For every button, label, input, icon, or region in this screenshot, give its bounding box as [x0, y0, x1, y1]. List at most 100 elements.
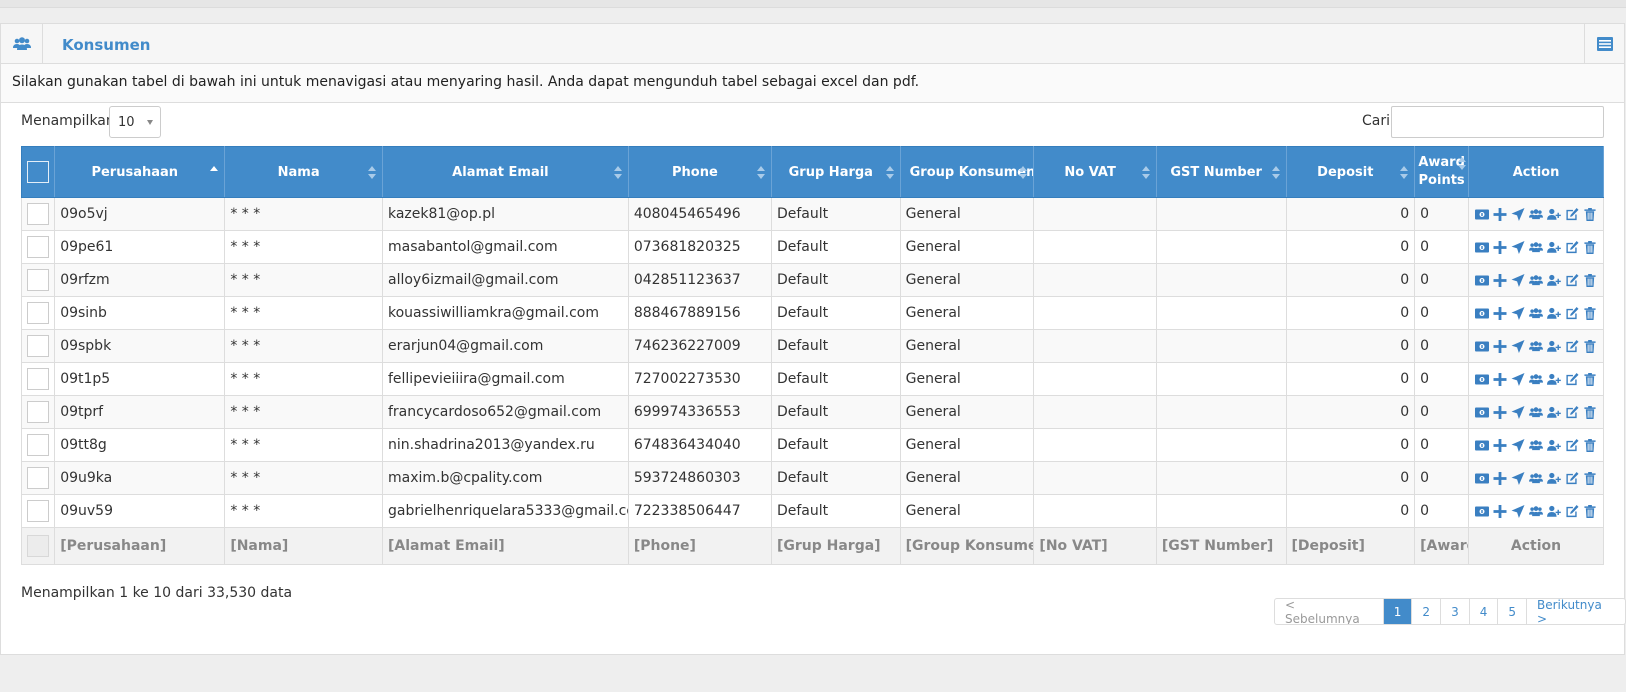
- send-icon[interactable]: [1511, 504, 1526, 518]
- edit-icon[interactable]: [1565, 339, 1580, 353]
- col-header-award-points[interactable]: Award Points: [1414, 146, 1470, 198]
- row-checkbox[interactable]: [27, 401, 50, 423]
- filter-perusahaan[interactable]: [Perusahaan]: [54, 527, 226, 565]
- add-icon[interactable]: [1493, 471, 1508, 485]
- filter-deposit[interactable]: [Deposit]: [1285, 527, 1416, 565]
- select-all-checkbox[interactable]: [27, 161, 50, 183]
- delete-icon[interactable]: [1583, 438, 1598, 452]
- delete-icon[interactable]: [1583, 306, 1598, 320]
- col-header-grup-harga[interactable]: Grup Harga: [770, 146, 901, 198]
- page-2-button[interactable]: 2: [1412, 599, 1442, 624]
- filter-no-vat[interactable]: [No VAT]: [1033, 527, 1157, 565]
- add-icon[interactable]: [1493, 306, 1508, 320]
- col-header-email[interactable]: Alamat Email: [381, 146, 629, 198]
- payment-icon[interactable]: [1475, 306, 1490, 320]
- edit-icon[interactable]: [1565, 306, 1580, 320]
- add-icon[interactable]: [1493, 207, 1508, 221]
- row-checkbox[interactable]: [27, 500, 50, 522]
- payment-icon[interactable]: [1475, 504, 1490, 518]
- delete-icon[interactable]: [1583, 372, 1598, 386]
- prev-page-button[interactable]: < Sebelumnya: [1275, 599, 1384, 624]
- filter-award-points[interactable]: [Award Points]: [1414, 527, 1470, 565]
- send-icon[interactable]: [1511, 306, 1526, 320]
- send-icon[interactable]: [1511, 273, 1526, 287]
- row-checkbox[interactable]: [27, 335, 50, 357]
- add-user-icon[interactable]: [1547, 339, 1562, 353]
- next-page-button[interactable]: Berikutnya >: [1527, 599, 1625, 624]
- add-icon[interactable]: [1493, 339, 1508, 353]
- filter-grup-harga[interactable]: [Grup Harga]: [770, 527, 901, 565]
- delete-icon[interactable]: [1583, 207, 1598, 221]
- send-icon[interactable]: [1511, 471, 1526, 485]
- payment-icon[interactable]: [1475, 273, 1490, 287]
- add-icon[interactable]: [1493, 273, 1508, 287]
- add-user-icon[interactable]: [1547, 471, 1562, 485]
- row-checkbox[interactable]: [27, 368, 50, 390]
- users-icon[interactable]: [1529, 438, 1544, 452]
- users-icon[interactable]: [1529, 207, 1544, 221]
- add-user-icon[interactable]: [1547, 306, 1562, 320]
- page-3-button[interactable]: 3: [1441, 599, 1470, 624]
- filter-phone[interactable]: [Phone]: [627, 527, 772, 565]
- col-header-gst-number[interactable]: GST Number: [1155, 146, 1287, 198]
- add-icon[interactable]: [1493, 438, 1508, 452]
- edit-icon[interactable]: [1565, 273, 1580, 287]
- page-4-button[interactable]: 4: [1470, 599, 1499, 624]
- col-header-nama[interactable]: Nama: [224, 146, 383, 198]
- payment-icon[interactable]: [1475, 372, 1490, 386]
- add-icon[interactable]: [1493, 504, 1508, 518]
- edit-icon[interactable]: [1565, 207, 1580, 221]
- delete-icon[interactable]: [1583, 339, 1598, 353]
- users-icon[interactable]: [1529, 504, 1544, 518]
- row-checkbox[interactable]: [27, 434, 50, 456]
- edit-icon[interactable]: [1565, 438, 1580, 452]
- add-user-icon[interactable]: [1547, 405, 1562, 419]
- row-checkbox[interactable]: [27, 467, 50, 489]
- users-icon[interactable]: [1529, 240, 1544, 254]
- payment-icon[interactable]: [1475, 405, 1490, 419]
- list-toggle-icon[interactable]: [1584, 24, 1624, 64]
- add-icon[interactable]: [1493, 240, 1508, 254]
- filter-group-konsumen[interactable]: [Group Konsumen]: [899, 527, 1035, 565]
- filter-email[interactable]: [Alamat Email]: [381, 527, 629, 565]
- filter-gst-number[interactable]: [GST Number]: [1155, 527, 1287, 565]
- row-checkbox[interactable]: [27, 203, 50, 225]
- send-icon[interactable]: [1511, 405, 1526, 419]
- edit-icon[interactable]: [1565, 504, 1580, 518]
- row-checkbox[interactable]: [27, 302, 50, 324]
- add-user-icon[interactable]: [1547, 438, 1562, 452]
- send-icon[interactable]: [1511, 339, 1526, 353]
- add-user-icon[interactable]: [1547, 372, 1562, 386]
- add-user-icon[interactable]: [1547, 207, 1562, 221]
- payment-icon[interactable]: [1475, 207, 1490, 221]
- payment-icon[interactable]: [1475, 471, 1490, 485]
- edit-icon[interactable]: [1565, 405, 1580, 419]
- edit-icon[interactable]: [1565, 471, 1580, 485]
- row-checkbox[interactable]: [27, 236, 50, 258]
- delete-icon[interactable]: [1583, 471, 1598, 485]
- page-1-button[interactable]: 1: [1383, 599, 1413, 624]
- delete-icon[interactable]: [1583, 405, 1598, 419]
- users-icon[interactable]: [1529, 306, 1544, 320]
- length-select[interactable]: 10: [109, 106, 161, 138]
- col-header-perusahaan[interactable]: Perusahaan: [54, 146, 226, 198]
- payment-icon[interactable]: [1475, 438, 1490, 452]
- add-user-icon[interactable]: [1547, 240, 1562, 254]
- users-icon[interactable]: [1529, 339, 1544, 353]
- add-icon[interactable]: [1493, 372, 1508, 386]
- col-header-deposit[interactable]: Deposit: [1285, 146, 1416, 198]
- col-header-no-vat[interactable]: No VAT: [1033, 146, 1157, 198]
- add-user-icon[interactable]: [1547, 273, 1562, 287]
- payment-icon[interactable]: [1475, 240, 1490, 254]
- users-icon[interactable]: [1529, 405, 1544, 419]
- row-checkbox[interactable]: [27, 269, 50, 291]
- delete-icon[interactable]: [1583, 240, 1598, 254]
- send-icon[interactable]: [1511, 240, 1526, 254]
- edit-icon[interactable]: [1565, 240, 1580, 254]
- payment-icon[interactable]: [1475, 339, 1490, 353]
- search-input[interactable]: [1391, 106, 1604, 138]
- send-icon[interactable]: [1511, 438, 1526, 452]
- add-user-icon[interactable]: [1547, 504, 1562, 518]
- send-icon[interactable]: [1511, 372, 1526, 386]
- page-5-button[interactable]: 5: [1498, 599, 1527, 624]
